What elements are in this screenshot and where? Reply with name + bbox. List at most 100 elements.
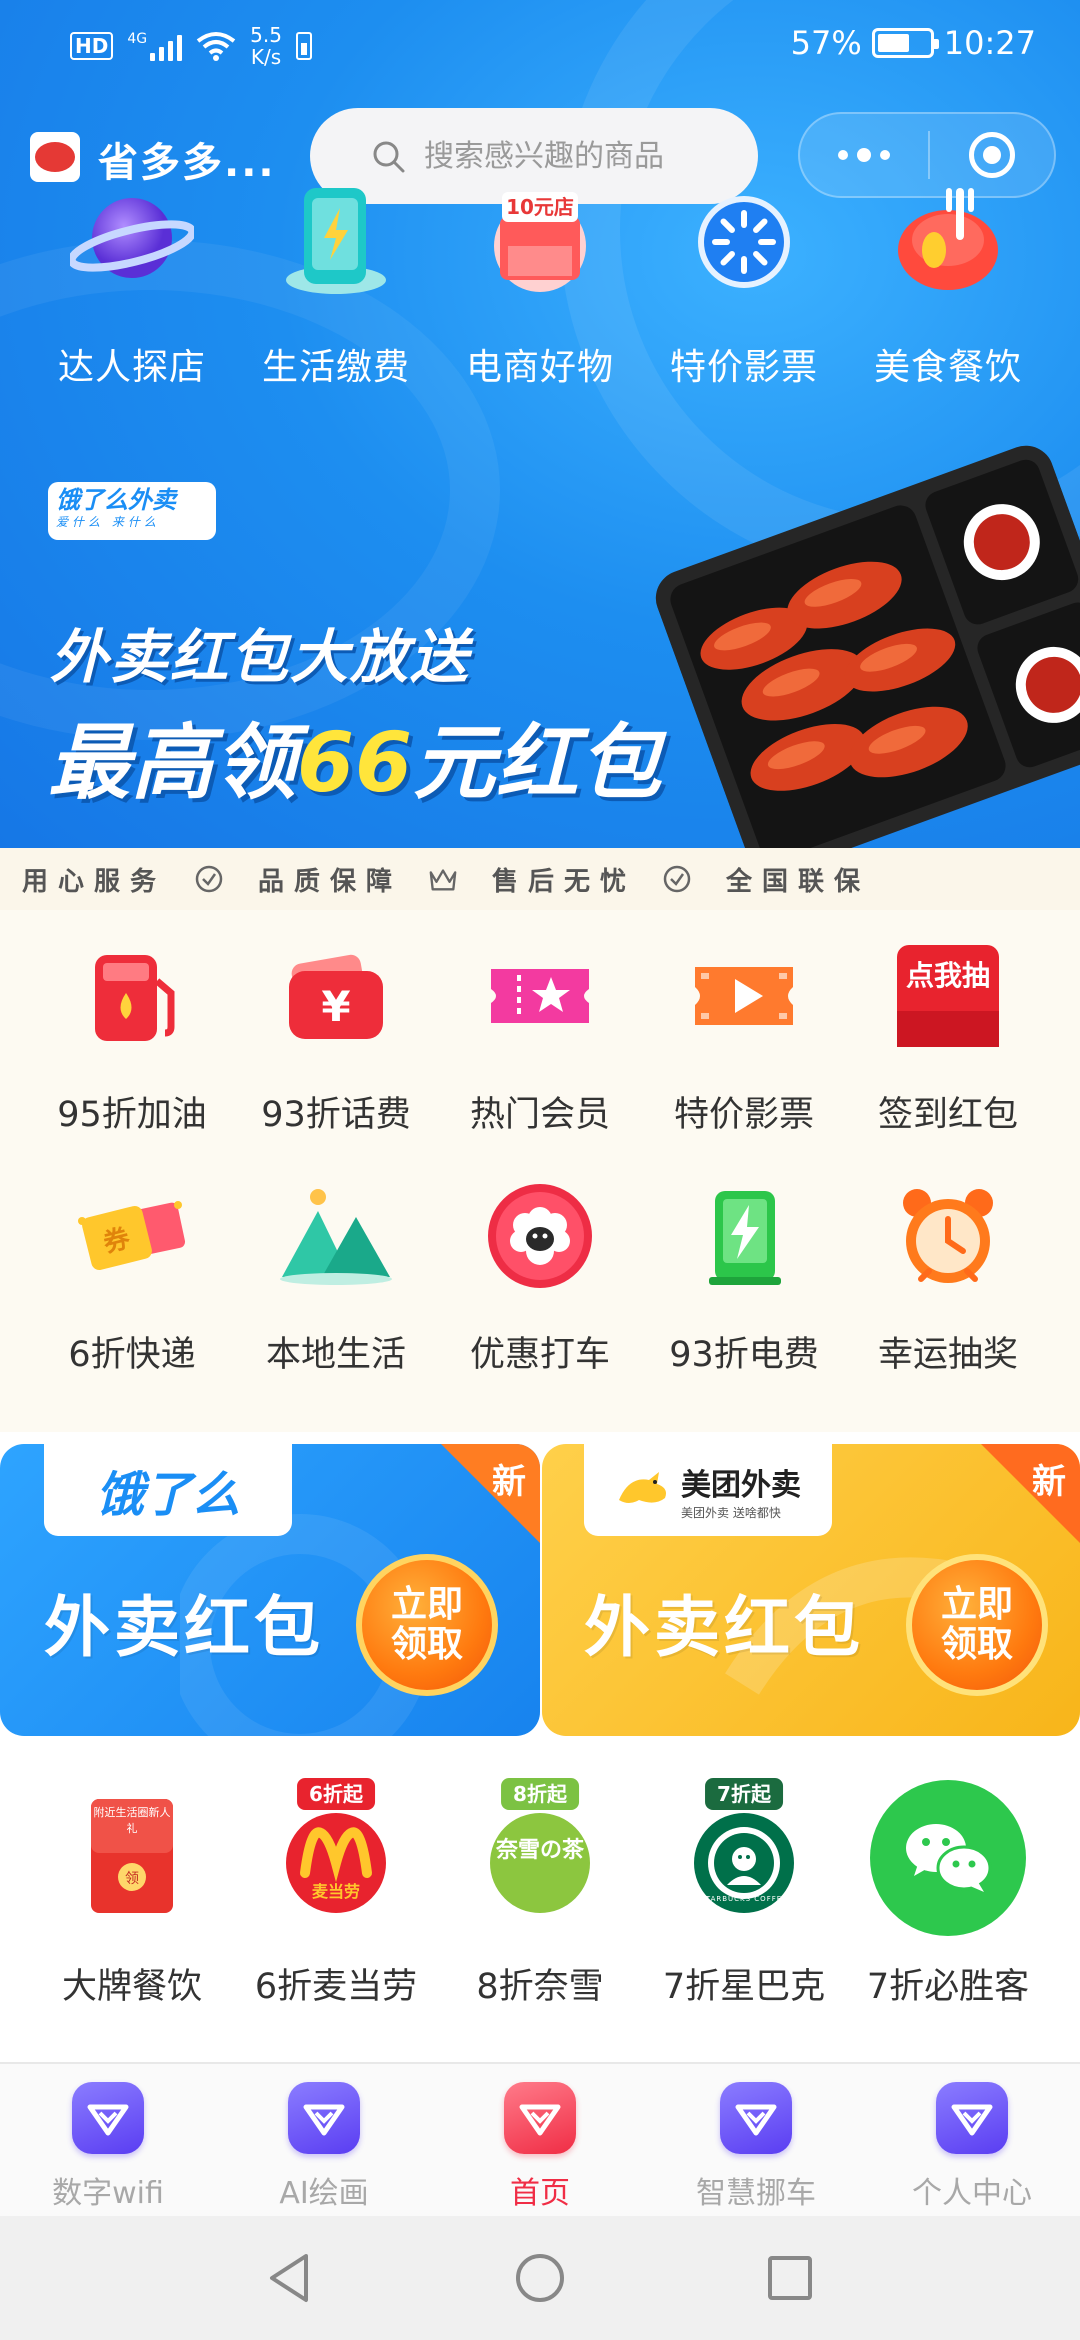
tab-label: 智慧挪车 <box>696 2176 816 2211</box>
claim-button[interactable]: 立即领取 <box>906 1554 1048 1696</box>
dot-icon <box>857 148 871 162</box>
burst-icon <box>682 180 806 304</box>
tab-label: AI绘画 <box>279 2176 369 2211</box>
tab-label: 个人中心 <box>912 2176 1032 2211</box>
tab-home[interactable]: 首页 <box>432 2064 648 2216</box>
tab-label: 首页 <box>510 2176 570 2211</box>
signal-icon: 4G <box>127 31 183 61</box>
target-icon <box>969 132 1015 178</box>
check-circle-icon <box>194 864 224 894</box>
brand-starbucks[interactable]: 7折起 STARBUCKS COFFEE 7折星巴克 <box>642 1778 846 2009</box>
svg-text:¥: ¥ <box>321 982 350 1031</box>
red-envelope-text: 附近生活圈新人礼 <box>93 1806 171 1835</box>
tab-profile[interactable]: 个人中心 <box>864 2064 1080 2216</box>
battery-icon <box>871 28 939 58</box>
close-miniapp-button[interactable] <box>930 132 1054 178</box>
eleme-redpacket-card[interactable]: 饿了么 新 外卖红包 立即领取 <box>0 1444 540 1736</box>
mcdonalds-icon-text: 麦当劳 <box>312 1882 360 1901</box>
category-explore[interactable]: 达人探店 <box>30 180 234 390</box>
feature-label: 品质保障 <box>258 866 403 897</box>
discount-badge: 8折起 <box>501 1778 579 1810</box>
brand-label: 8折奈雪 <box>476 1967 604 2007</box>
service-phone-bill[interactable]: ¥ 93折话费 <box>234 934 438 1137</box>
red-packet-icon-text: 点我抽 <box>906 959 990 992</box>
new-badge-text: 新 <box>492 1462 526 1502</box>
sheep-icon <box>478 1174 602 1298</box>
meituan-redpacket-card[interactable]: 美团外卖 美团外卖 送啥都快 新 外卖红包 立即领取 <box>542 1444 1080 1736</box>
crown-icon <box>428 864 458 894</box>
eleme-badge-brand: 饿了么外卖 <box>56 486 176 514</box>
home-icon[interactable] <box>514 2252 566 2304</box>
network-speed: 5.5 K/s <box>250 24 282 68</box>
top-categories: 达人探店 生活缴费 10元店 电商好物 特价影票 美食餐饮 <box>0 180 1080 390</box>
sim-icon <box>295 32 312 60</box>
claim-button[interactable]: 立即领取 <box>356 1554 498 1696</box>
coupon-icon: 券 <box>70 1174 194 1298</box>
category-ecommerce[interactable]: 10元店 电商好物 <box>438 180 642 390</box>
tab-smart-parking[interactable]: 智慧挪车 <box>648 2064 864 2216</box>
phone-bolt-icon <box>274 180 398 304</box>
service-electricity[interactable]: 93折电费 <box>642 1174 846 1377</box>
eleme-logo: 饿了么 <box>44 1444 292 1536</box>
promo-banner[interactable]: 饿了么外卖 爱什么 来什么 外卖红包大放送 最高领66元红包 <box>0 445 1080 848</box>
movie-ticket-icon <box>682 934 806 1058</box>
service-movie-tickets[interactable]: 特价影票 <box>642 934 846 1137</box>
eleme-badge-slogan: 爱什么 来什么 <box>56 515 160 529</box>
recents-icon[interactable] <box>766 2254 814 2302</box>
starbucks-icon: 7折起 STARBUCKS COFFEE <box>666 1778 822 1936</box>
services-grid: 95折加油 ¥ 93折话费 热门会员 特价影票 点我抽 签到红包 券 6折快递 … <box>0 910 1080 1432</box>
red-envelope-seal-text: 领 <box>125 1871 139 1887</box>
service-local-life[interactable]: 本地生活 <box>234 1174 438 1377</box>
system-navbar <box>0 2216 1080 2340</box>
speed-unit: K/s <box>250 45 282 69</box>
new-badge-text: 新 <box>1032 1462 1066 1502</box>
yuan-wallet-icon: ¥ <box>274 934 398 1058</box>
category-food[interactable]: 美食餐饮 <box>846 180 1050 390</box>
service-label: 本地生活 <box>265 1335 406 1375</box>
kangaroo-icon <box>619 1472 666 1503</box>
brand-mcdonalds[interactable]: 6折起 麦当劳 6折麦当劳 <box>234 1778 438 2009</box>
speed-value: 5.5 <box>250 23 282 47</box>
dot-icon <box>880 150 890 160</box>
category-utilities[interactable]: 生活缴费 <box>234 180 438 390</box>
service-label: 签到红包 <box>877 1095 1018 1135</box>
services-row: 券 6折快递 本地生活 优惠打车 93折电费 幸运抽奖 <box>30 1174 1050 1377</box>
mcdonalds-icon: 6折起 麦当劳 <box>258 1778 414 1936</box>
meituan-logo-subtext: 美团外卖 送啥都快 <box>681 1505 781 1520</box>
starbucks-icon-text: STARBUCKS COFFEE <box>700 1895 788 1903</box>
tab-digital-wifi[interactable]: 数字wifi <box>0 2064 216 2216</box>
planet-icon <box>70 180 194 304</box>
service-lucky-draw[interactable]: 幸运抽奖 <box>846 1174 1050 1377</box>
discount-badge: 6折起 <box>297 1778 375 1810</box>
service-taxi[interactable]: 优惠打车 <box>438 1174 642 1377</box>
brand-dining[interactable]: 附近生活圈新人礼 领 大牌餐饮 <box>30 1780 234 2009</box>
brand-naixue[interactable]: 8折起 奈雪の茶 8折奈雪 <box>438 1778 642 2009</box>
bottom-tabbar: 数字wifi AI绘画 首页 智慧挪车 个人中心 <box>0 2062 1080 2216</box>
category-label: 特价影票 <box>669 347 818 388</box>
red-envelope-icon: 附近生活圈新人礼 领 <box>54 1780 210 1936</box>
meituan-logo: 美团外卖 美团外卖 送啥都快 <box>584 1444 832 1536</box>
service-membership[interactable]: 热门会员 <box>438 934 642 1137</box>
clock: 10:27 <box>943 24 1036 62</box>
star-ticket-icon <box>478 934 602 1058</box>
app-logo[interactable] <box>30 132 80 182</box>
category-label: 美食餐饮 <box>873 347 1022 388</box>
tab-ai-drawing[interactable]: AI绘画 <box>216 2064 432 2216</box>
brand-label: 6折麦当劳 <box>254 1967 418 2007</box>
search-input[interactable] <box>424 138 758 174</box>
brand-pizzahut[interactable]: 7折必胜客 <box>846 1780 1050 2009</box>
eleme-logo-text: 饿了么 <box>95 1467 240 1523</box>
brand-deals: 附近生活圈新人礼 领 大牌餐饮 6折起 麦当劳 6折麦当劳 8折起 奈雪の茶 8… <box>30 1778 1050 2009</box>
services-row: 95折加油 ¥ 93折话费 热门会员 特价影票 点我抽 签到红包 <box>30 934 1050 1137</box>
status-left: HD 4G 5.5 K/s <box>70 24 312 68</box>
service-express[interactable]: 券 6折快递 <box>30 1174 234 1377</box>
back-icon[interactable] <box>266 2252 314 2304</box>
service-fuel[interactable]: 95折加油 <box>30 934 234 1137</box>
diamond-heart-icon <box>288 2082 360 2154</box>
tab-label: 数字wifi <box>52 2176 164 2211</box>
status-bar: HD 4G 5.5 K/s 57% 10:27 <box>0 0 1080 92</box>
service-checkin-redpacket[interactable]: 点我抽 签到红包 <box>846 934 1050 1137</box>
service-label: 热门会员 <box>469 1095 610 1135</box>
diamond-heart-icon <box>936 2082 1008 2154</box>
category-movie[interactable]: 特价影票 <box>642 180 846 390</box>
